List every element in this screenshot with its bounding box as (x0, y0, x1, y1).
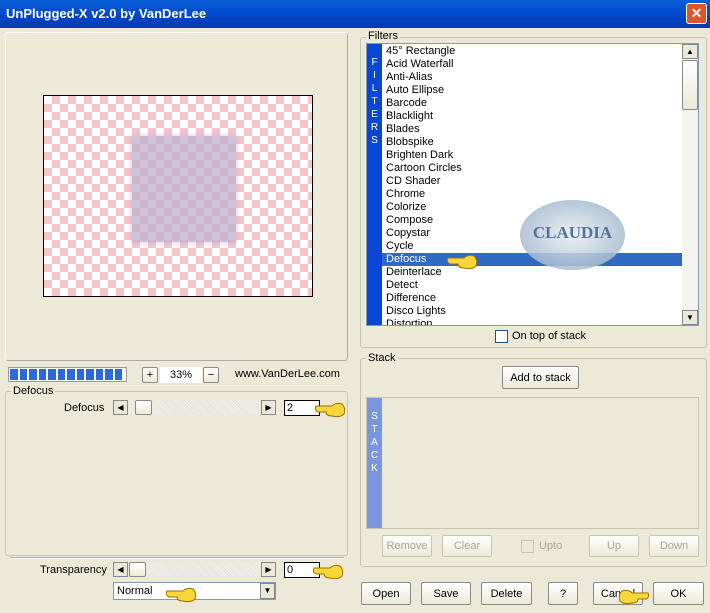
filter-item[interactable]: Disco Lights (382, 305, 682, 318)
watermark-logo: CLAUDIA (520, 200, 625, 270)
open-button[interactable]: Open (361, 582, 411, 605)
transparency-right-arrow[interactable]: ▶ (261, 562, 276, 577)
chevron-down-icon[interactable]: ▼ (260, 583, 275, 599)
filters-list[interactable]: FILTERS 45° Rectangle Acid Waterfall Anti-… (366, 43, 699, 326)
progress-segment (76, 369, 84, 380)
progress-segment (29, 369, 37, 380)
progress-segment (57, 369, 65, 380)
progress-bar: document.currentScript.insertAdjacentHTM… (8, 367, 127, 382)
save-button[interactable]: Save (421, 582, 471, 605)
filters-title: Filters (366, 30, 400, 42)
window-title: UnPlugged-X v2.0 by VanDerLee (6, 6, 207, 21)
filters-strip: FILTERS (367, 44, 382, 325)
filter-item[interactable]: Brighten Dark (382, 149, 682, 162)
defocus-label: Defocus (64, 402, 105, 414)
filter-item[interactable]: Blacklight (382, 110, 682, 123)
close-button[interactable]: ✕ (686, 3, 707, 24)
transparency-slider[interactable] (129, 562, 260, 577)
progress-segment (95, 369, 103, 380)
filter-item[interactable]: Chrome (382, 188, 682, 201)
on-top-checkbox[interactable] (495, 330, 508, 343)
slider-left-arrow[interactable]: ◀ (113, 400, 128, 415)
pointing-hand-icon (446, 254, 478, 270)
preview-shape (132, 136, 236, 242)
divider (10, 557, 344, 559)
slider-thumb[interactable] (129, 562, 146, 577)
down-button[interactable]: Down (649, 535, 699, 557)
ok-button[interactable]: OK (653, 582, 704, 605)
slider-thumb[interactable] (135, 400, 152, 415)
filters-scrollbar[interactable]: ▲ ▼ (682, 44, 698, 325)
transparency-label: Transparency (40, 564, 107, 576)
progress-segment (67, 369, 75, 380)
stack-list[interactable]: STACK (366, 397, 699, 529)
filter-item[interactable]: Auto Ellipse (382, 84, 682, 97)
zoom-out-button[interactable]: − (203, 367, 219, 383)
up-button[interactable]: Up (589, 535, 639, 557)
scroll-up-arrow[interactable]: ▲ (682, 44, 698, 59)
filters-strip-label: FILTERS (370, 57, 379, 146)
progress-segment (105, 369, 113, 380)
stack-strip-label: STACK (370, 411, 379, 474)
add-to-stack-button[interactable]: Add to stack (502, 366, 579, 389)
filter-item[interactable]: CD Shader (382, 175, 682, 188)
filter-item[interactable]: Acid Waterfall (382, 58, 682, 71)
filter-item[interactable]: Distortion (382, 318, 682, 325)
on-top-label: On top of stack (512, 330, 586, 342)
upto-label: Upto (539, 540, 563, 552)
pointing-hand-icon (312, 564, 344, 580)
pointing-hand-icon (618, 589, 650, 605)
filter-item[interactable]: 45° Rectangle (382, 45, 682, 58)
slider-right-arrow[interactable]: ▶ (261, 400, 276, 415)
filter-item[interactable]: Barcode (382, 97, 682, 110)
clear-button[interactable]: Clear (442, 535, 492, 557)
pointing-hand-icon (165, 587, 197, 603)
progress-segment (114, 369, 122, 380)
progress-segment (86, 369, 94, 380)
pointing-hand-icon (314, 402, 346, 418)
filter-item[interactable]: Deinterlace (382, 266, 682, 279)
zoom-in-button[interactable]: + (142, 367, 158, 383)
progress-segment (38, 369, 46, 380)
filter-item[interactable]: Cartoon Circles (382, 162, 682, 175)
filter-item[interactable]: Difference (382, 292, 682, 305)
scroll-down-arrow[interactable]: ▼ (682, 310, 698, 325)
progress-segment (10, 369, 18, 380)
progress-segment (48, 369, 56, 380)
remove-button[interactable]: Remove (382, 535, 432, 557)
defocus-slider[interactable] (129, 400, 260, 415)
help-button[interactable]: ? (548, 582, 578, 605)
progress-segment (19, 369, 27, 380)
zoom-level: 33% (160, 367, 202, 383)
preview-image (43, 95, 313, 297)
filter-item[interactable]: Blobspike (382, 136, 682, 149)
filter-item[interactable]: Anti-Alias (382, 71, 682, 84)
blend-mode-value: Normal (117, 585, 153, 597)
upto-checkbox[interactable] (521, 540, 534, 553)
transparency-left-arrow[interactable]: ◀ (113, 562, 128, 577)
filter-item[interactable]: Blades (382, 123, 682, 136)
delete-button[interactable]: Delete (481, 582, 532, 605)
filter-item[interactable]: Detect (382, 279, 682, 292)
website-link[interactable]: www.VanDerLee.com (235, 368, 340, 380)
stack-strip: STACK (367, 398, 382, 528)
stack-title: Stack (366, 352, 398, 364)
defocus-group-title: Defocus (11, 385, 56, 397)
scroll-thumb[interactable] (682, 60, 698, 110)
